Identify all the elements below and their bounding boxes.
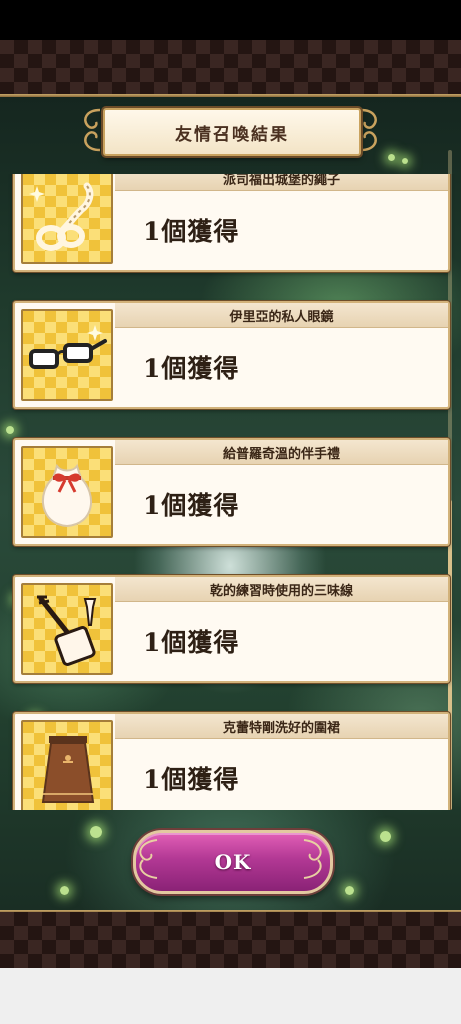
reward-card: 克蕾特剛洗好的圍裙 1個獲得 [13, 712, 450, 810]
item-icon-frame [21, 174, 113, 264]
item-icon-frame [21, 446, 113, 538]
item-name: 克蕾特剛洗好的圍裙 [115, 714, 448, 739]
bottom-harlequin-border [0, 912, 461, 968]
item-name: 伊里亞的私人眼鏡 [115, 303, 448, 328]
reward-list[interactable]: 派司福出城堡的繩子 1個獲得 伊里亞的私人眼鏡 1個獲得 給普羅奇溫的伴手禮 1… [0, 174, 461, 810]
reward-card: 給普羅奇溫的伴手禮 1個獲得 [13, 438, 450, 546]
rope-icon [29, 182, 94, 251]
item-name: 乾的練習時使用的三味線 [115, 577, 448, 602]
item-icon-frame [21, 309, 113, 401]
item-quantity: 1個獲得 [143, 491, 240, 520]
ok-ornament-right-icon [303, 839, 322, 879]
top-gold-trim [0, 94, 461, 97]
title-ornament-left-icon [84, 108, 101, 152]
item-icon-frame [21, 583, 113, 675]
item-name: 派司福出城堡的繩子 [115, 174, 448, 191]
item-icon-frame [21, 720, 113, 810]
reward-card: 乾的練習時使用的三味線 1個獲得 [13, 575, 450, 683]
glasses-icon [29, 325, 107, 369]
reward-card: 伊里亞的私人眼鏡 1個獲得 [13, 301, 450, 409]
item-quantity: 1個獲得 [143, 217, 240, 246]
item-quantity: 1個獲得 [143, 354, 240, 383]
system-navigation-bar [0, 968, 461, 1024]
ok-ornament-left-icon [139, 839, 158, 879]
item-quantity: 1個獲得 [143, 765, 240, 794]
reward-card: 派司福出城堡的繩子 1個獲得 [13, 174, 450, 272]
item-name: 給普羅奇溫的伴手禮 [115, 440, 448, 465]
shamisen-icon [37, 595, 97, 666]
apron-icon [41, 736, 95, 803]
top-harlequin-border [0, 40, 461, 96]
item-quantity: 1個獲得 [143, 628, 240, 657]
status-bar [0, 0, 461, 40]
gift-bag-icon [41, 463, 92, 528]
page-title: 友情召喚結果 [103, 108, 361, 156]
